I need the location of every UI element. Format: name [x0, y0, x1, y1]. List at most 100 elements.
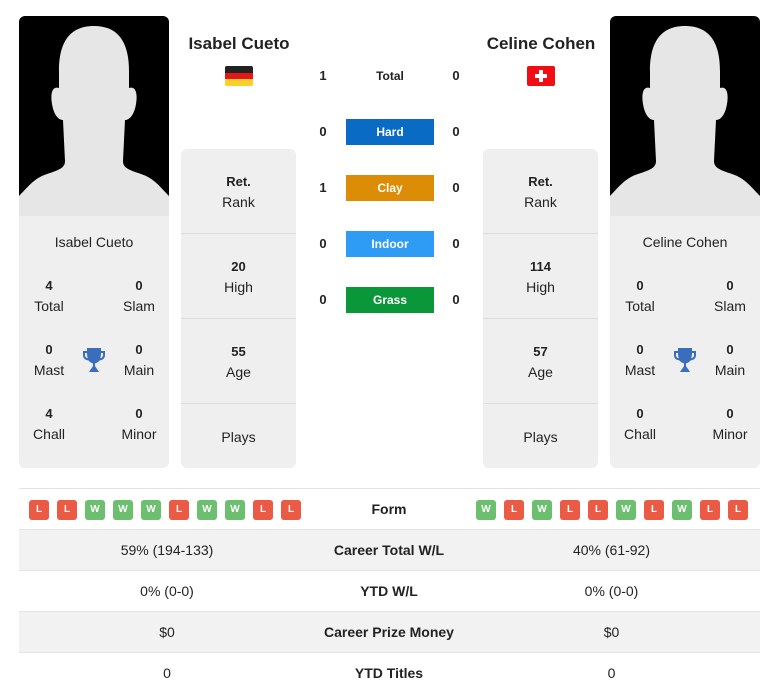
player1-card-name[interactable]: Isabel Cueto: [19, 234, 169, 250]
h2h-total-row: 1 Total 0: [310, 63, 470, 89]
stat-value: 0: [135, 406, 143, 421]
player2-chall-titles: 0 Chall: [610, 404, 670, 444]
player2-card-name[interactable]: Celine Cohen: [610, 234, 760, 250]
h2h-grass-row: 0 Grass 0: [310, 287, 470, 313]
form-loss-badge[interactable]: L: [504, 499, 524, 520]
player2-rank: Ret. Rank: [483, 149, 598, 234]
form-win-badge[interactable]: W: [85, 499, 105, 520]
germany-flag-icon: [225, 66, 253, 86]
table-row: 0% (0-0) YTD W/L 0% (0-0): [19, 570, 760, 611]
h2h-p2-clay: 0: [452, 180, 460, 195]
stat-value: 0: [135, 278, 143, 293]
form-loss-badge[interactable]: L: [29, 499, 49, 520]
switzerland-flag-icon: [527, 66, 555, 86]
player1-value: $0: [159, 624, 175, 640]
surface-hard-button[interactable]: Hard: [346, 119, 434, 145]
player-silhouette-icon: [610, 26, 760, 216]
form-win-badge[interactable]: W: [532, 499, 552, 520]
stat-label: Total: [625, 298, 655, 314]
player-silhouette-icon: [19, 26, 169, 216]
form-loss-badge[interactable]: L: [700, 499, 720, 520]
player2-titles-card: Celine Cohen 0 Total 0 Slam 0 Mast 0 Main 0 C…: [610, 216, 760, 468]
surface-clay-button[interactable]: Clay: [346, 175, 434, 201]
stat-label: Main: [714, 362, 746, 378]
form-win-badge[interactable]: W: [672, 499, 692, 520]
row-label: Career Prize Money: [324, 624, 454, 640]
high-value: 114: [530, 259, 551, 274]
player2-main-titles: 0 Main: [700, 340, 760, 380]
form-loss-badge[interactable]: L: [588, 499, 608, 520]
form-label: Form: [371, 501, 407, 517]
player1-name[interactable]: Isabel Cueto: [164, 34, 314, 54]
plays-label: Plays: [523, 429, 558, 445]
player1-slam-titles: 0 Slam: [109, 276, 169, 316]
stat-label: Total: [34, 298, 64, 314]
comparison-table: LLWWWLWWLL Form WLWLLWLWLL 59% (194-133)…: [19, 488, 760, 693]
h2h-p2-indoor: 0: [452, 236, 460, 251]
player2-name[interactable]: Celine Cohen: [466, 34, 616, 54]
surface-grass-button[interactable]: Grass: [346, 287, 434, 313]
form-win-badge[interactable]: W: [616, 499, 636, 520]
stat-value: 0: [636, 342, 644, 357]
form-loss-badge[interactable]: L: [169, 499, 189, 520]
player1-value: 0: [163, 665, 171, 681]
h2h-p2-hard: 0: [452, 124, 460, 139]
player2-photo: [610, 16, 760, 216]
player2-mast-titles: 0 Mast: [610, 340, 670, 380]
form-win-badge[interactable]: W: [197, 499, 217, 520]
stat-label: Mast: [33, 362, 65, 378]
player1-rank: Ret. Rank: [181, 149, 296, 234]
h2h-p2-grass: 0: [452, 292, 460, 307]
player2-age: 57 Age: [483, 319, 598, 404]
player2-form: WLWLLWLWLL: [476, 489, 748, 530]
form-row: LLWWWLWWLL Form WLWLLWLWLL: [19, 488, 760, 529]
form-win-badge[interactable]: W: [476, 499, 496, 520]
h2h-clay-row: 1 Clay 0: [310, 175, 470, 201]
high-value: 20: [231, 259, 246, 274]
player1-form: LLWWWLWWLL: [29, 489, 301, 530]
age-value: 57: [533, 344, 548, 359]
player1-minor-titles: 0 Minor: [109, 404, 169, 444]
player1-chall-titles: 4 Chall: [19, 404, 79, 444]
stat-value: 0: [726, 278, 734, 293]
plays-label: Plays: [221, 429, 256, 445]
form-loss-badge[interactable]: L: [253, 499, 273, 520]
form-loss-badge[interactable]: L: [644, 499, 664, 520]
player1-main-titles: 0 Main: [109, 340, 169, 380]
form-loss-badge[interactable]: L: [728, 499, 748, 520]
form-loss-badge[interactable]: L: [560, 499, 580, 520]
player1-mast-titles: 0 Mast: [19, 340, 79, 380]
player2-slam-titles: 0 Slam: [700, 276, 760, 316]
age-value: 55: [231, 344, 246, 359]
player1-plays: Plays: [181, 404, 296, 468]
high-label: High: [526, 279, 555, 295]
surface-indoor-button[interactable]: Indoor: [346, 231, 434, 257]
age-label: Age: [226, 364, 251, 380]
h2h-p2-total: 0: [452, 68, 460, 83]
form-loss-badge[interactable]: L: [281, 499, 301, 520]
player1-high: 20 High: [181, 234, 296, 319]
row-label: YTD Titles: [354, 665, 424, 681]
rank-label: Rank: [524, 194, 557, 210]
row-label: Career Total W/L: [333, 542, 445, 558]
player2-plays: Plays: [483, 404, 598, 468]
rank-value: Ret.: [528, 174, 553, 189]
form-loss-badge[interactable]: L: [57, 499, 77, 520]
player2-value: 0: [607, 665, 616, 681]
form-win-badge[interactable]: W: [225, 499, 245, 520]
stat-value: 4: [45, 278, 53, 293]
player1-value: 0% (0-0): [140, 583, 194, 599]
player2-total-titles: 0 Total: [610, 276, 670, 316]
stat-value: 0: [726, 406, 734, 421]
player1-photo: [19, 16, 169, 216]
rank-value: Ret.: [226, 174, 251, 189]
h2h-p1-clay: 1: [319, 180, 327, 195]
form-win-badge[interactable]: W: [113, 499, 133, 520]
trophy-icon: [674, 348, 696, 372]
stat-label: Main: [123, 362, 155, 378]
player2-value: 40% (61-92): [572, 542, 651, 558]
h2h-total-label: Total: [376, 69, 404, 83]
h2h-p1-hard: 0: [319, 124, 327, 139]
form-win-badge[interactable]: W: [141, 499, 161, 520]
player1-age: 55 Age: [181, 319, 296, 404]
